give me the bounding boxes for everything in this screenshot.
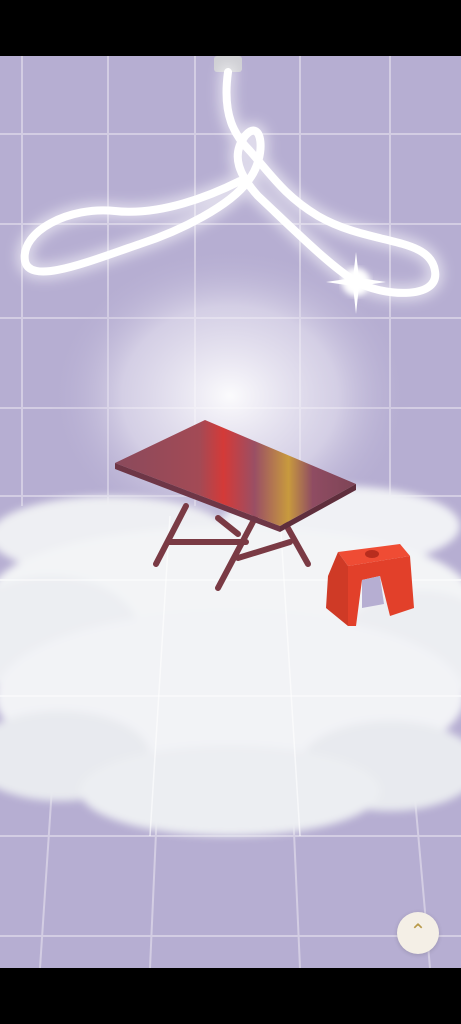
scroll-to-top-button[interactable]: ⌃ [397,912,439,954]
top-black-bar [0,0,461,56]
bottom-black-bar [0,968,461,1024]
cloud [0,486,461,836]
scene-illustration [0,56,461,968]
chevron-up-icon: ⌃ [409,921,427,943]
scene-canvas: ⌃ [0,56,461,968]
